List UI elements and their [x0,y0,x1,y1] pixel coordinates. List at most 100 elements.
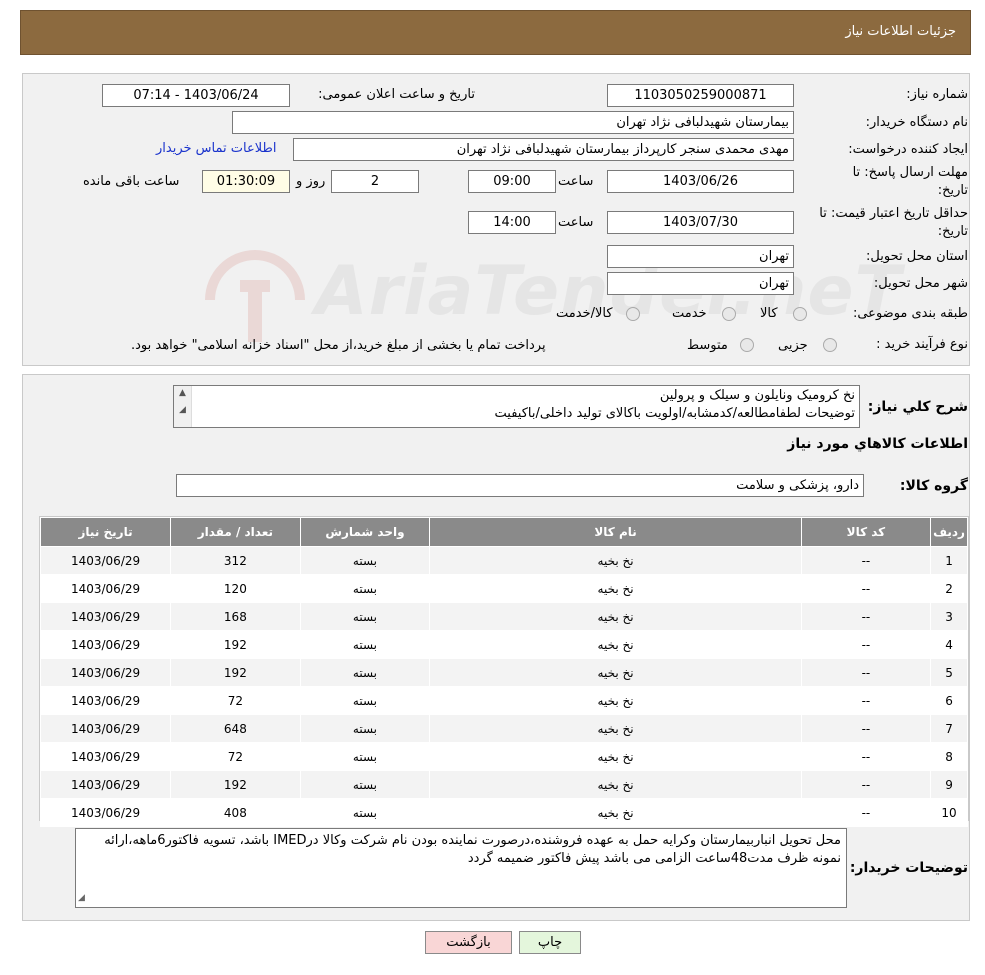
print-button[interactable]: چاپ [519,931,581,954]
summary-textarea[interactable]: نخ کرومیک ونایلون و سیلک و پرولین توضیحا… [173,385,860,428]
goods-section-title: اطلاعات کالاهاي مورد نياز [787,436,968,452]
col-code: کد کالا [800,517,932,547]
row-index: 9 [930,770,968,799]
process-minor-radio[interactable] [823,338,837,352]
days-field: 2 [331,170,419,193]
back-button[interactable]: بازگشت [425,931,512,954]
validity-time-field: 14:00 [468,211,556,234]
col-name: نام کالا [429,517,802,547]
table-row: 3 -- نخ بخیه بسته 168 1403/06/29 [39,602,968,631]
item-qty: 72 [170,742,301,771]
category-service-label: خدمت [672,306,707,321]
buyer-notes-label: توضیحات خریدار: [849,860,968,876]
item-qty: 72 [170,686,301,715]
contact-buyer-link[interactable]: اطلاعات تماس خریدار [156,141,276,156]
process-label: نوع فرآیند خرید : [876,337,968,352]
table-row: 8 -- نخ بخیه بسته 72 1403/06/29 [39,742,968,771]
category-goods-radio[interactable] [793,307,807,321]
col-date: تاريخ نياز [39,517,172,547]
item-date: 1403/06/29 [39,658,172,687]
goods-table: رديف کد کالا نام کالا واحد شمارش تعداد /… [39,517,968,827]
validity-label-date: تاریخ: [937,224,968,239]
item-code: -- [800,770,932,799]
deadline-label-date: تاریخ: [937,183,968,198]
item-code: -- [800,630,932,659]
item-date: 1403/06/29 [39,770,172,799]
row-index: 1 [930,546,968,575]
need-number-field: 1103050259000871 [607,84,794,107]
table-row: 10 -- نخ بخیه بسته 408 1403/06/29 [39,798,968,827]
summary-line-2: توضیحات لطفامطالعه/کدمشابه/اولویت باکالا… [494,406,855,421]
item-code: -- [800,798,932,827]
item-code: -- [800,686,932,715]
table-header-row: رديف کد کالا نام کالا واحد شمارش تعداد /… [39,517,968,547]
summary-line-1: نخ کرومیک ونایلون و سیلک و پرولین [659,388,855,403]
goods-table-wrap: رديف کد کالا نام کالا واحد شمارش تعداد /… [39,516,969,827]
item-name: نخ بخیه [429,798,802,827]
item-date: 1403/06/29 [39,742,172,771]
table-row: 1 -- نخ بخیه بسته 312 1403/06/29 [39,546,968,575]
item-unit: بسته [299,574,431,603]
item-date: 1403/06/29 [39,630,172,659]
process-note: پرداخت تمام یا بخشی از مبلغ خرید،از محل … [131,338,546,353]
item-name: نخ بخیه [429,770,802,799]
process-medium-radio[interactable] [740,338,754,352]
item-unit: بسته [299,742,431,771]
item-unit: بسته [299,798,431,827]
row-index: 4 [930,630,968,659]
item-qty: 648 [170,714,301,743]
item-name: نخ بخیه [429,742,802,771]
item-code: -- [800,714,932,743]
row-index: 6 [930,686,968,715]
category-goods-service-radio[interactable] [626,307,640,321]
resize-grip-icon[interactable]: ◢ [78,889,85,907]
city-field: تهران [607,272,794,295]
validity-label: حداقل تاریخ اعتبار قیمت: تا [819,206,968,221]
table-row: 5 -- نخ بخیه بسته 192 1403/06/29 [39,658,968,687]
validity-date-field: 1403/07/30 [607,211,794,234]
col-unit: واحد شمارش [299,517,431,547]
summary-label: شرح کلي نياز: [867,399,968,415]
scroll-up-icon[interactable]: ▲ [174,386,191,400]
item-qty: 192 [170,658,301,687]
goods-group-field: دارو، پزشکی و سلامت [176,474,864,497]
category-service-radio[interactable] [722,307,736,321]
process-medium-label: متوسط [687,338,728,353]
deadline-label: مهلت ارسال پاسخ: تا [852,165,968,180]
creator-label: ایجاد کننده درخواست: [848,142,968,157]
item-name: نخ بخیه [429,602,802,631]
table-row: 9 -- نخ بخیه بسته 192 1403/06/29 [39,770,968,799]
deadline-date-field: 1403/06/26 [607,170,794,193]
buyer-notes-textarea[interactable]: محل تحویل انباربیمارستان وکرایه حمل به ع… [75,828,847,908]
deadline-time-field: 09:00 [468,170,556,193]
row-index: 8 [930,742,968,771]
category-goods-label: کالا [760,306,778,321]
row-index: 2 [930,574,968,603]
item-code: -- [800,742,932,771]
item-unit: بسته [299,546,431,575]
item-name: نخ بخیه [429,630,802,659]
item-date: 1403/06/29 [39,546,172,575]
row-index: 5 [930,658,968,687]
creator-field: مهدی محمدی سنجر کارپرداز بیمارستان شهیدل… [293,138,794,161]
goods-group-label: گروه کالا: [899,478,968,494]
buyer-notes-text: محل تحویل انباربیمارستان وکرایه حمل به ع… [104,833,841,866]
item-code: -- [800,574,932,603]
buyer-org-field: بیمارستان شهیدلبافی نژاد تهران [232,111,794,134]
table-row: 6 -- نخ بخیه بسته 72 1403/06/29 [39,686,968,715]
page-header: جزئیات اطلاعات نیاز [20,10,971,55]
row-index: 3 [930,602,968,631]
item-unit: بسته [299,714,431,743]
item-unit: بسته [299,630,431,659]
item-qty: 192 [170,630,301,659]
summary-scrollbar[interactable]: ▲ ◢ [174,386,192,427]
validity-hour-label: ساعت [558,215,594,230]
item-qty: 120 [170,574,301,603]
need-number-label: شماره نیاز: [906,87,968,102]
remaining-label: ساعت باقی مانده [83,174,180,189]
days-label: روز و [296,174,326,189]
item-qty: 408 [170,798,301,827]
category-goods-service-label: کالا/خدمت [556,306,613,321]
resize-grip-icon[interactable]: ◢ [174,400,191,420]
item-name: نخ بخیه [429,574,802,603]
